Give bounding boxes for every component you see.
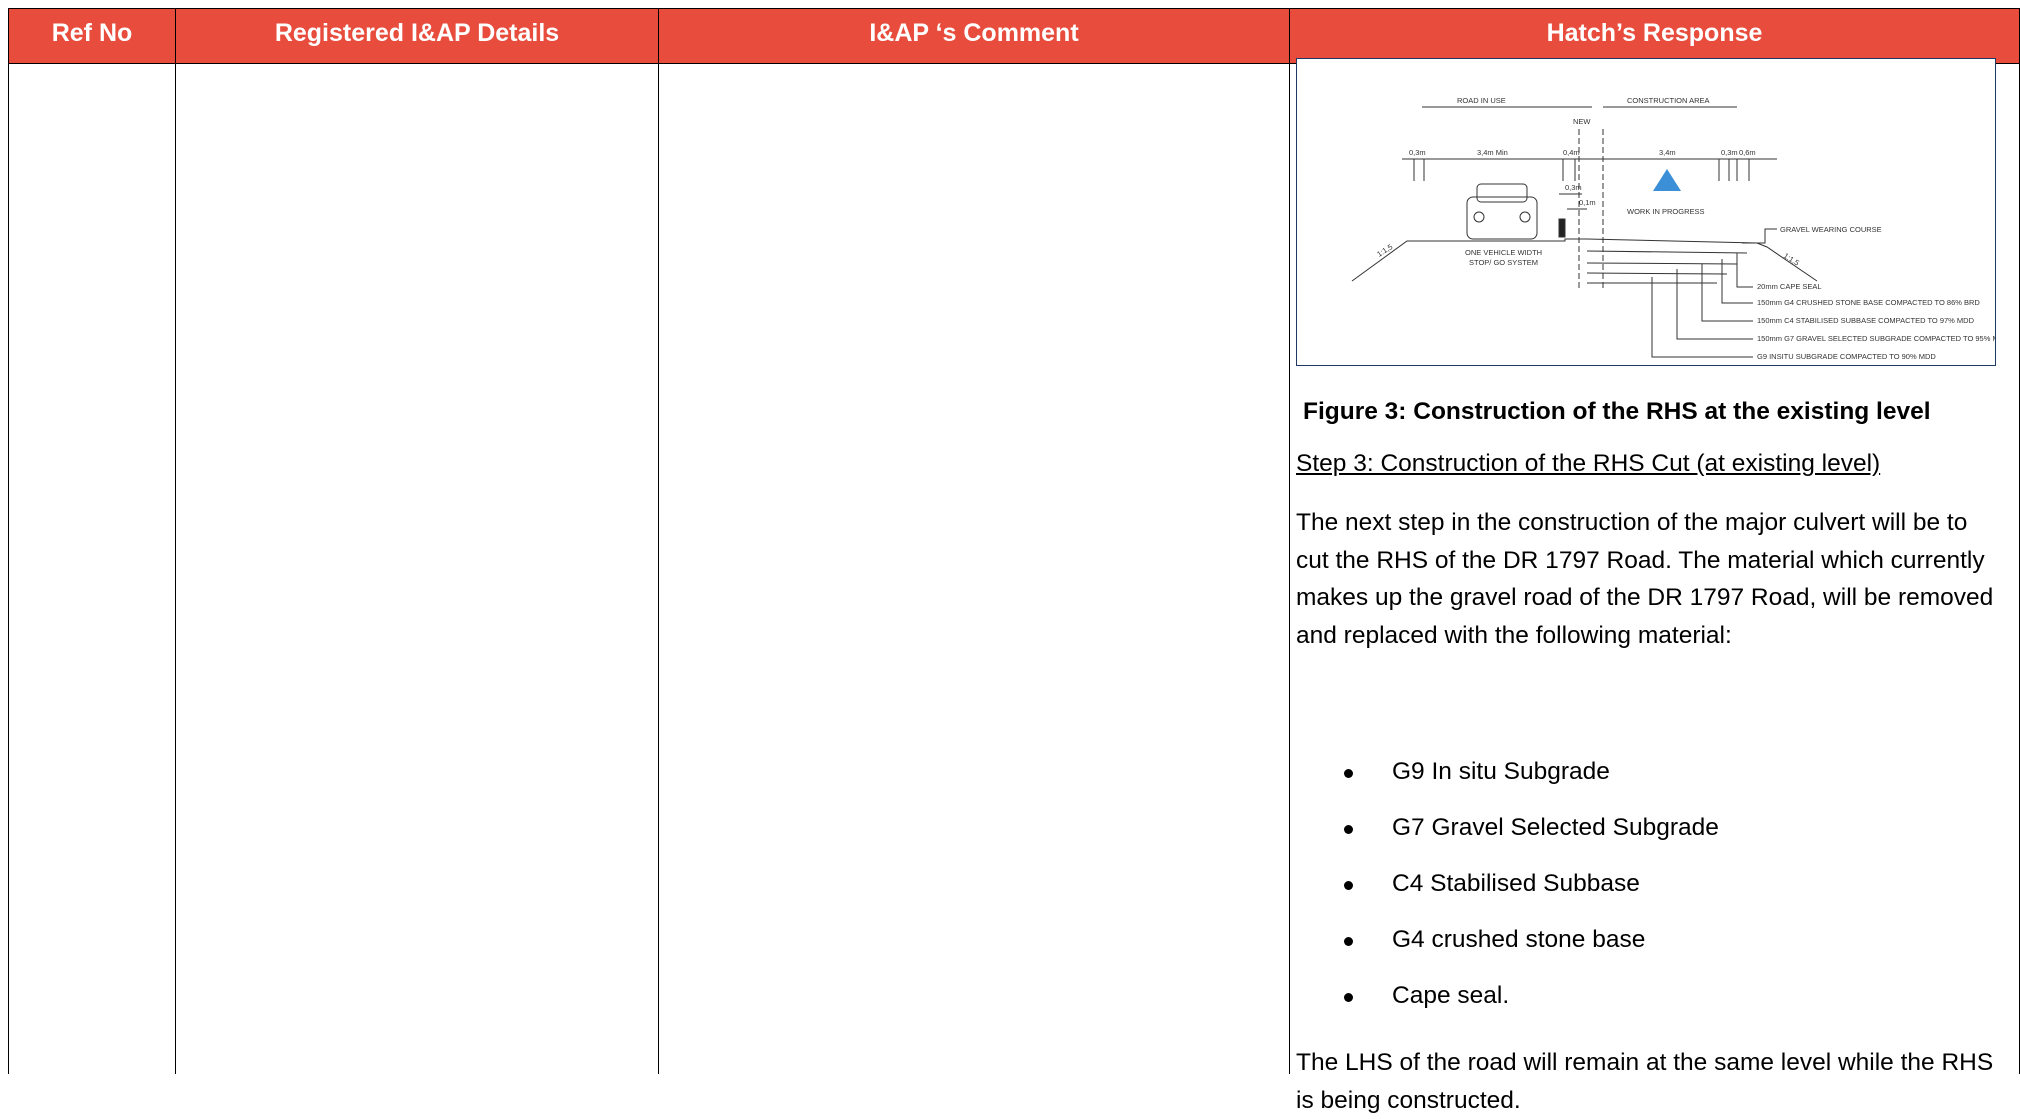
header-comment: I&AP ‘s Comment	[869, 19, 1079, 47]
figure-label: G9 INSITU SUBGRADE COMPACTED TO 90% MDD	[1757, 352, 1936, 361]
figure-label: GRAVEL WEARING COURSE	[1780, 225, 1882, 234]
figure-label: ONE VEHICLE WIDTH	[1465, 248, 1542, 257]
bullet-icon	[1344, 993, 1353, 1002]
figure-label: 0,3m	[1409, 148, 1426, 157]
figure-label: 3,4m	[1659, 148, 1676, 157]
bullet-icon	[1344, 769, 1353, 778]
figure-label: 0,6m	[1739, 148, 1756, 157]
column-divider	[1289, 8, 1290, 1074]
cell-ref-no	[9, 64, 175, 1074]
cell-comment	[659, 64, 1289, 1074]
header-response: Hatch’s Response	[1546, 19, 1763, 47]
step-heading: Step 3: Construction of the RHS Cut (at …	[1296, 450, 1881, 477]
figure-label: WORK IN PROGRESS	[1627, 207, 1705, 216]
figure-caption: Figure 3: Construction of the RHS at the…	[1303, 398, 1931, 425]
figure-label: NEW	[1573, 117, 1591, 126]
figure-label: 150mm C4 STABILISED SUBBASE COMPACTED TO…	[1757, 316, 1975, 325]
table-header: Ref No Registered I&AP Details I&AP ‘s C…	[9, 8, 2019, 64]
figure-label: 0,3m	[1721, 148, 1738, 157]
figure-label: CONSTRUCTION AREA	[1627, 96, 1710, 105]
figure-label: 1:1,5	[1375, 242, 1394, 258]
figure-label: STOP/ GO SYSTEM	[1469, 258, 1538, 267]
figure-label: 0,4m	[1563, 148, 1580, 157]
bullet-icon	[1344, 937, 1353, 946]
figure-label: 0,3m	[1565, 183, 1582, 192]
figure-label: 3,4m Min	[1477, 148, 1508, 157]
figure-label: ROAD IN USE	[1457, 96, 1506, 105]
figure-label: 0,1m	[1579, 198, 1596, 207]
road-cross-section-figure: ROAD IN USE CONSTRUCTION AREA NEW 0,3m 3…	[1296, 58, 2010, 366]
bullet-icon	[1344, 881, 1353, 890]
figure-label: 150mm G4 CRUSHED STONE BASE COMPACTED TO…	[1757, 298, 1980, 307]
figure-label: 150mm G7 GRAVEL SELECTED SUBGRADE COMPAC…	[1757, 334, 1995, 343]
closing-paragraph: The LHS of the road will remain at the s…	[1296, 1049, 1994, 1114]
header-registered-details: Registered I&AP Details	[274, 19, 560, 47]
road-cross-section-drawing: ROAD IN USE CONSTRUCTION AREA NEW 0,3m 3…	[1351, 96, 2010, 361]
cell-registered-details	[176, 64, 658, 1074]
bullet-icon	[1344, 825, 1353, 834]
header-ref-no: Ref No	[51, 19, 133, 47]
figure-label: 20mm CAPE SEAL	[1757, 282, 1822, 291]
figure-label: 1:1,5	[1782, 251, 1801, 267]
response-paragraph: The next step in the construction of the…	[1296, 509, 1994, 649]
